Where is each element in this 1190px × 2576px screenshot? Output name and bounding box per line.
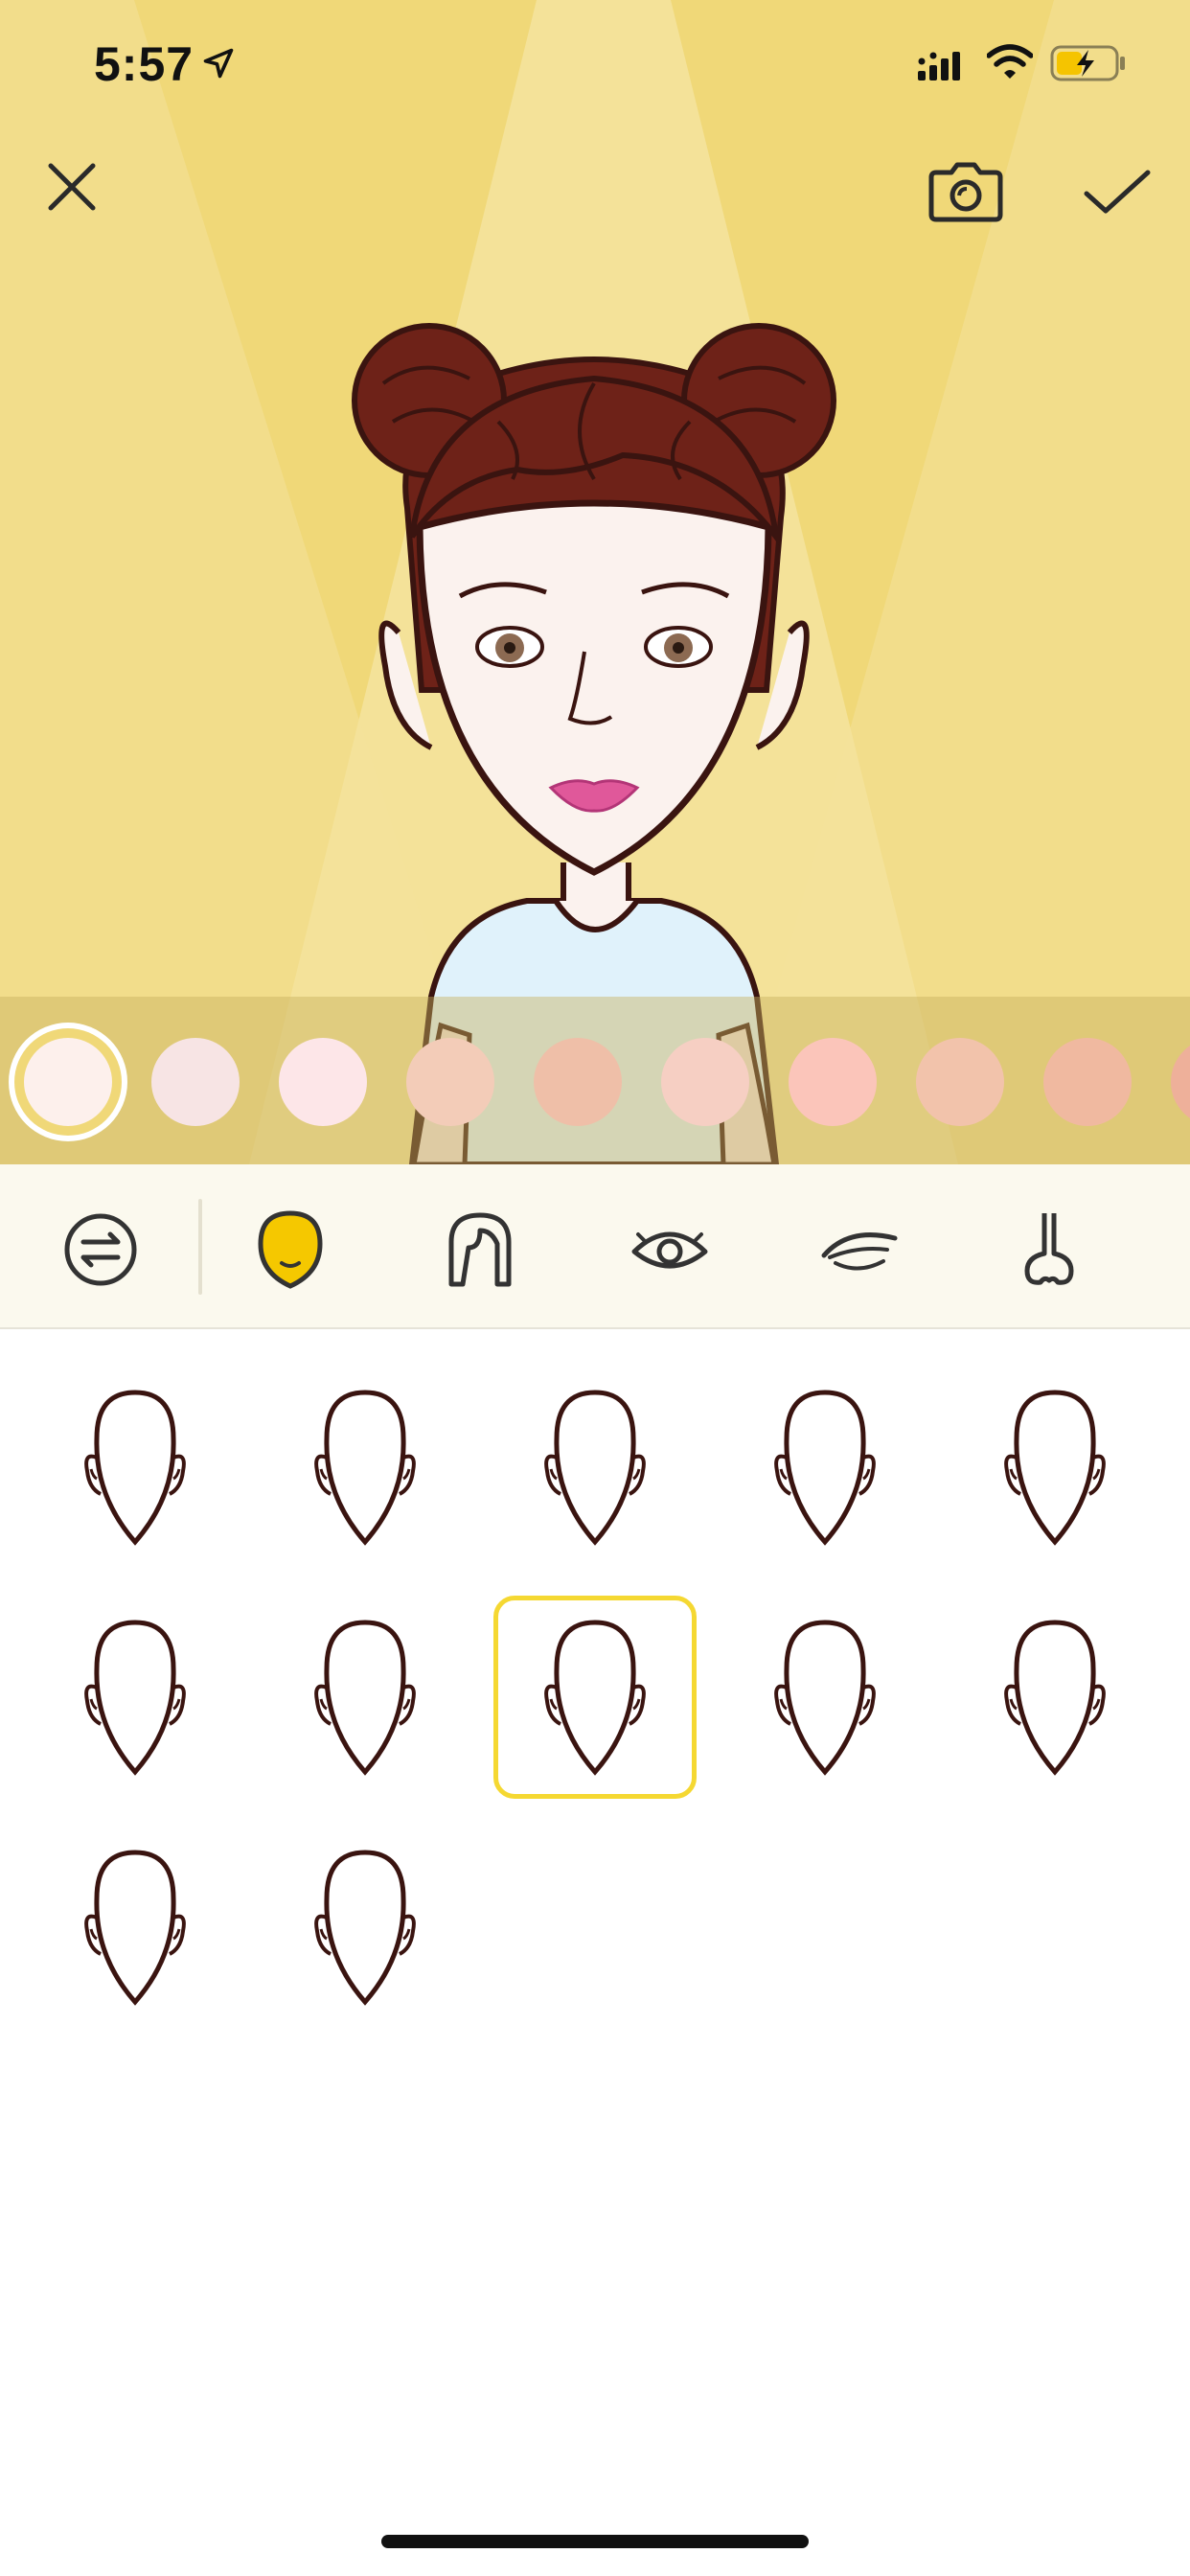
skin-tone-swatch[interactable] bbox=[406, 1038, 494, 1126]
face-shape-option[interactable] bbox=[263, 1826, 467, 2029]
face-shape-option[interactable] bbox=[34, 1366, 237, 1569]
face-shape-option[interactable] bbox=[723, 1366, 927, 1569]
confirm-button[interactable] bbox=[1071, 149, 1163, 235]
face-outline-icon bbox=[84, 1390, 186, 1546]
face-outline-icon bbox=[84, 1620, 186, 1776]
nose-icon bbox=[1024, 1213, 1074, 1285]
face-shape-option[interactable] bbox=[263, 1366, 467, 1569]
hair-icon bbox=[448, 1212, 512, 1287]
checkmark-icon bbox=[1084, 170, 1151, 214]
face-shape-option[interactable] bbox=[953, 1366, 1156, 1569]
face-shape-option[interactable] bbox=[34, 1826, 237, 2029]
skin-tone-swatch[interactable] bbox=[24, 1038, 112, 1126]
face-shape-option[interactable] bbox=[723, 1596, 927, 1799]
skin-tone-swatch[interactable] bbox=[279, 1038, 367, 1126]
swap-arrows-icon bbox=[64, 1213, 137, 1286]
tab-eyebrows[interactable] bbox=[816, 1207, 903, 1293]
face-shape-icon bbox=[258, 1210, 323, 1289]
toolbar-divider bbox=[198, 1199, 202, 1295]
skin-tone-swatch[interactable] bbox=[916, 1038, 1004, 1126]
skin-tone-swatch[interactable] bbox=[789, 1038, 877, 1126]
skin-tone-swatch[interactable] bbox=[534, 1038, 622, 1126]
face-outline-icon bbox=[314, 1390, 416, 1546]
face-shape-option[interactable] bbox=[953, 1596, 1156, 1799]
location-arrow-icon bbox=[203, 48, 234, 79]
home-indicator bbox=[381, 2535, 809, 2548]
face-shape-option[interactable] bbox=[493, 1366, 697, 1569]
tab-nose[interactable] bbox=[1006, 1207, 1092, 1293]
avatar-preview-stage: 5:57 bbox=[0, 0, 1190, 1164]
face-shape-option[interactable] bbox=[493, 1596, 697, 1799]
face-shape-option[interactable] bbox=[34, 1596, 237, 1799]
tab-swap[interactable] bbox=[57, 1207, 144, 1293]
status-bar: 5:57 bbox=[0, 0, 1190, 129]
tab-eyes[interactable] bbox=[627, 1207, 713, 1293]
face-outline-icon bbox=[314, 1850, 416, 2006]
face-outline-icon bbox=[1004, 1390, 1106, 1546]
face-outline-icon bbox=[1004, 1620, 1106, 1776]
camera-button[interactable] bbox=[920, 149, 1012, 235]
close-icon bbox=[48, 163, 96, 211]
skin-tone-swatch[interactable] bbox=[151, 1038, 240, 1126]
face-outline-icon bbox=[84, 1850, 186, 2006]
feature-category-toolbar bbox=[0, 1164, 1190, 1329]
face-outline-icon bbox=[544, 1620, 646, 1776]
camera-icon bbox=[928, 162, 1003, 222]
face-shape-grid bbox=[0, 1337, 1190, 2487]
face-outline-icon bbox=[774, 1390, 876, 1546]
face-outline-icon bbox=[314, 1620, 416, 1776]
eye-icon bbox=[631, 1231, 708, 1269]
eyebrow-icon bbox=[821, 1232, 898, 1271]
cellular-signal-icon bbox=[918, 52, 960, 80]
face-outline-icon bbox=[774, 1620, 876, 1776]
status-time: 5:57 bbox=[94, 37, 195, 91]
face-outline-icon bbox=[544, 1390, 646, 1546]
tab-hair[interactable] bbox=[437, 1207, 523, 1293]
battery-charging-icon bbox=[1050, 45, 1125, 81]
face-shape-option[interactable] bbox=[263, 1596, 467, 1799]
close-button[interactable] bbox=[29, 144, 115, 230]
skin-tone-swatch[interactable] bbox=[661, 1038, 749, 1126]
tab-face[interactable] bbox=[247, 1207, 333, 1293]
skin-tone-swatch[interactable] bbox=[1043, 1038, 1132, 1126]
wifi-icon bbox=[987, 44, 1033, 79]
